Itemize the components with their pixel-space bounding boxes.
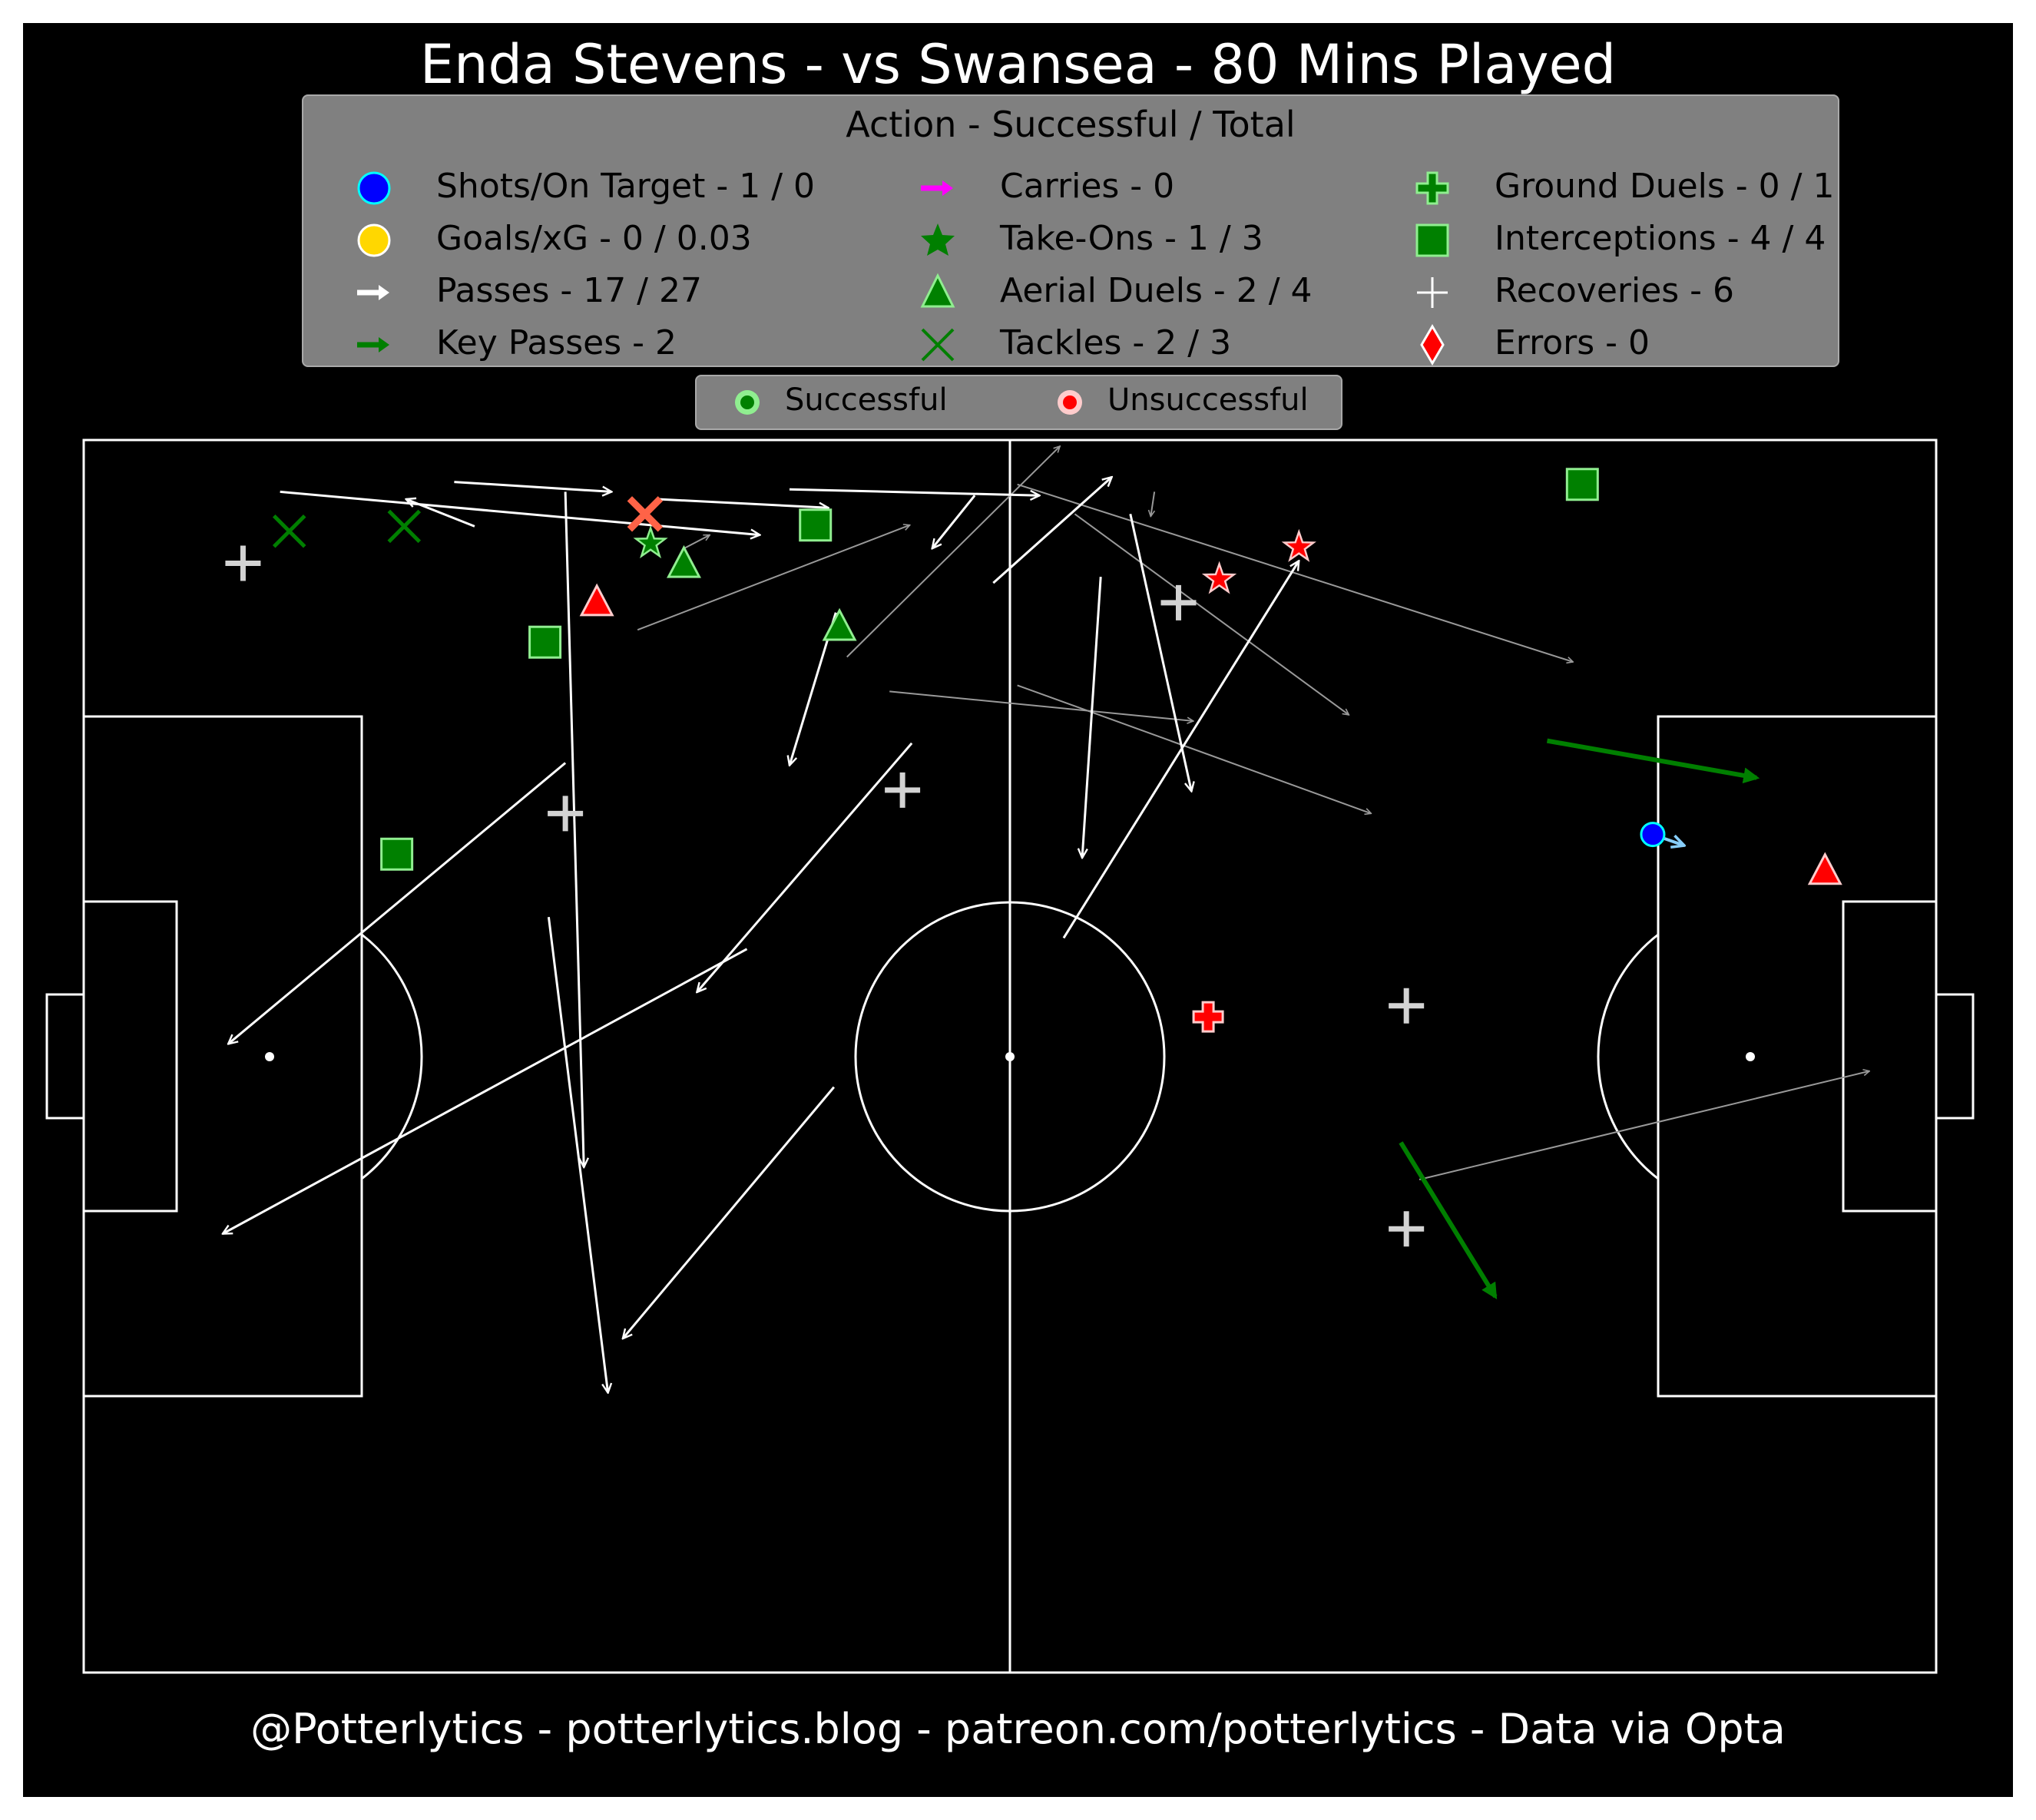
tackle-marker [387,509,422,544]
left-goal [45,993,85,1120]
right-six-yard-box [1842,900,1938,1213]
pass-successful [697,742,913,992]
take-on-marker [633,524,668,559]
pass-successful [228,762,567,1044]
left-penalty-area [82,715,363,1398]
pass-successful [223,948,748,1235]
unsuccessful-passes [637,446,1869,1180]
pass-unsuccessful [1017,483,1574,662]
aerial-duel-marker [1807,852,1842,885]
interception-marker [528,625,562,659]
recovery-marker [548,796,584,832]
key-pass [1546,738,1760,784]
take-on-marker [1281,528,1316,562]
interception-marker [380,837,414,871]
take-on-marker [1201,561,1237,594]
footer-credits: @Potterlytics - potterlytics.blog - patr… [250,1705,1786,1753]
right-penalty-area [1657,715,1938,1398]
pass-successful [1129,513,1192,791]
pass-successful [789,488,1040,495]
pitch-plot [45,438,1975,1674]
recovery-marker [1160,584,1197,620]
pass-unsuccessful [1150,491,1156,516]
pass-successful [932,495,976,548]
aerial-duel-marker [822,607,857,641]
ground-duel-marker [1192,1001,1224,1033]
pass-unsuccessful [1419,1071,1869,1180]
aerial-duel-marker [667,544,701,578]
left-six-yard-box [82,900,178,1213]
pass-successful [1082,577,1102,858]
centre-spot [1005,1052,1015,1061]
event-markers [225,468,1842,1247]
pass-successful [280,490,760,534]
aerial-duel-marker [579,583,614,617]
pass-unsuccessful [684,534,710,550]
interception-marker [1565,468,1599,501]
left-penalty-spot [265,1052,274,1061]
pitch-spots [265,1052,1755,1061]
key-passes [1399,738,1760,1300]
recovery-marker [1389,1211,1425,1247]
pass-successful [623,1086,836,1339]
pass-unsuccessful [889,690,1193,721]
pass-successful [657,498,829,508]
recovery-marker [1389,988,1425,1024]
right-penalty-spot [1746,1052,1755,1061]
recovery-marker [225,545,261,581]
successful-passes [223,477,1299,1393]
shot-marker [1640,822,1666,848]
key-pass [1399,1141,1498,1300]
recovery-marker [885,772,921,808]
interception-marker [799,508,833,542]
pass-successful [454,481,611,492]
tackle-marker [272,515,306,548]
right-penalty-arc [1597,933,1659,1180]
pass-unsuccessful [1017,684,1372,813]
right-goal [1935,993,1975,1120]
